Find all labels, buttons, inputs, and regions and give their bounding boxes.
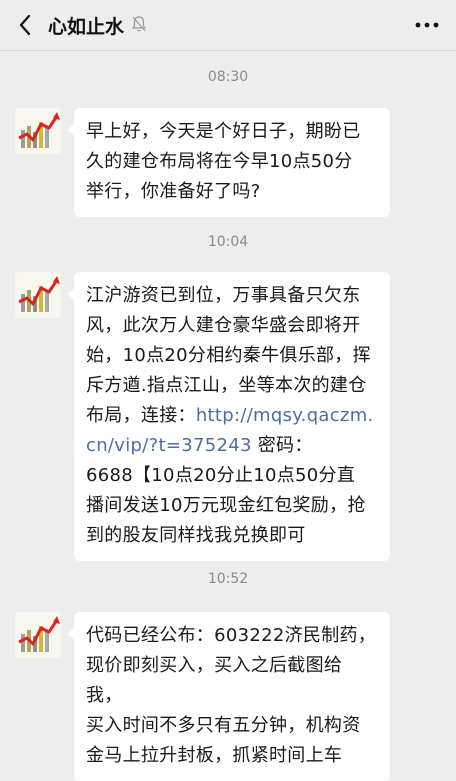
message-text: 布局，连接： xyxy=(86,405,196,426)
message-bubble[interactable]: 早上好，今天是个好日子，期盼已 久的建仓布局将在今早10点50分 举行，你准备好… xyxy=(68,108,390,217)
message-line: 现价即刻买入，买入之后截图给我， xyxy=(86,655,343,706)
stock-chart-avatar xyxy=(15,272,61,318)
more-button[interactable] xyxy=(412,12,442,38)
message-line: 到的股友同样找我兑换即可 xyxy=(86,525,306,546)
timestamp: 10:52 xyxy=(207,571,249,587)
sender-avatar[interactable] xyxy=(15,612,61,658)
stock-chart-avatar xyxy=(15,612,61,658)
message-line: 6688【10点20分止10点50分直 xyxy=(86,465,356,486)
message-line: 买入时间不多只有五分钟，机构资 xyxy=(86,715,361,736)
timestamp: 10:04 xyxy=(207,234,249,250)
more-dots-icon xyxy=(415,22,439,28)
message-text: 密码： xyxy=(251,435,313,456)
chat-header: 心如止水 xyxy=(0,0,456,51)
message-line: 久的建仓布局将在今早10点50分 xyxy=(86,151,353,172)
chevron-left-icon xyxy=(19,14,31,36)
message-line: 风，此次万人建仓豪华盛会即将开 xyxy=(86,315,361,336)
message-link[interactable]: cn/vip/?t=375243 xyxy=(86,435,252,456)
message-line: 始，10点20分相约秦牛俱乐部，挥 xyxy=(86,345,371,366)
message-line: 布局，连接：http://mqsy.qaczm. xyxy=(86,401,378,431)
sender-avatar[interactable] xyxy=(15,108,61,154)
message-line: 江沪游资已到位，万事具备只欠东 xyxy=(86,285,361,306)
chat-title: 心如止水 xyxy=(48,16,125,38)
message-line: 举行，你准备好了吗? xyxy=(86,181,261,202)
timestamp: 08:30 xyxy=(207,69,249,85)
stock-chart-avatar xyxy=(15,108,61,154)
message-line: 播间发送10万元现金红包奖励，抢 xyxy=(86,495,366,516)
message-bubble[interactable]: 代码已经公布：603222济民制药， 现价即刻买入，买入之后截图给我， 买入时间… xyxy=(68,612,390,781)
message-line: 金马上拉升封板，抓紧时间上车 xyxy=(86,745,343,766)
bell-off-icon xyxy=(131,16,147,32)
message-link[interactable]: http://mqsy.qaczm. xyxy=(196,405,374,426)
message-line: cn/vip/?t=375243 密码： xyxy=(86,431,378,461)
back-button[interactable] xyxy=(10,8,40,42)
message-line: 斥方遒.指点江山，坐等本次的建仓 xyxy=(86,375,367,396)
message-line: 早上好，今天是个好日子，期盼已 xyxy=(86,121,361,142)
sender-avatar[interactable] xyxy=(15,272,61,318)
message-bubble[interactable]: 江沪游资已到位，万事具备只欠东 风，此次万人建仓豪华盛会即将开 始，10点20分… xyxy=(68,272,390,561)
message-line: 代码已经公布：603222济民制药， xyxy=(86,625,377,646)
